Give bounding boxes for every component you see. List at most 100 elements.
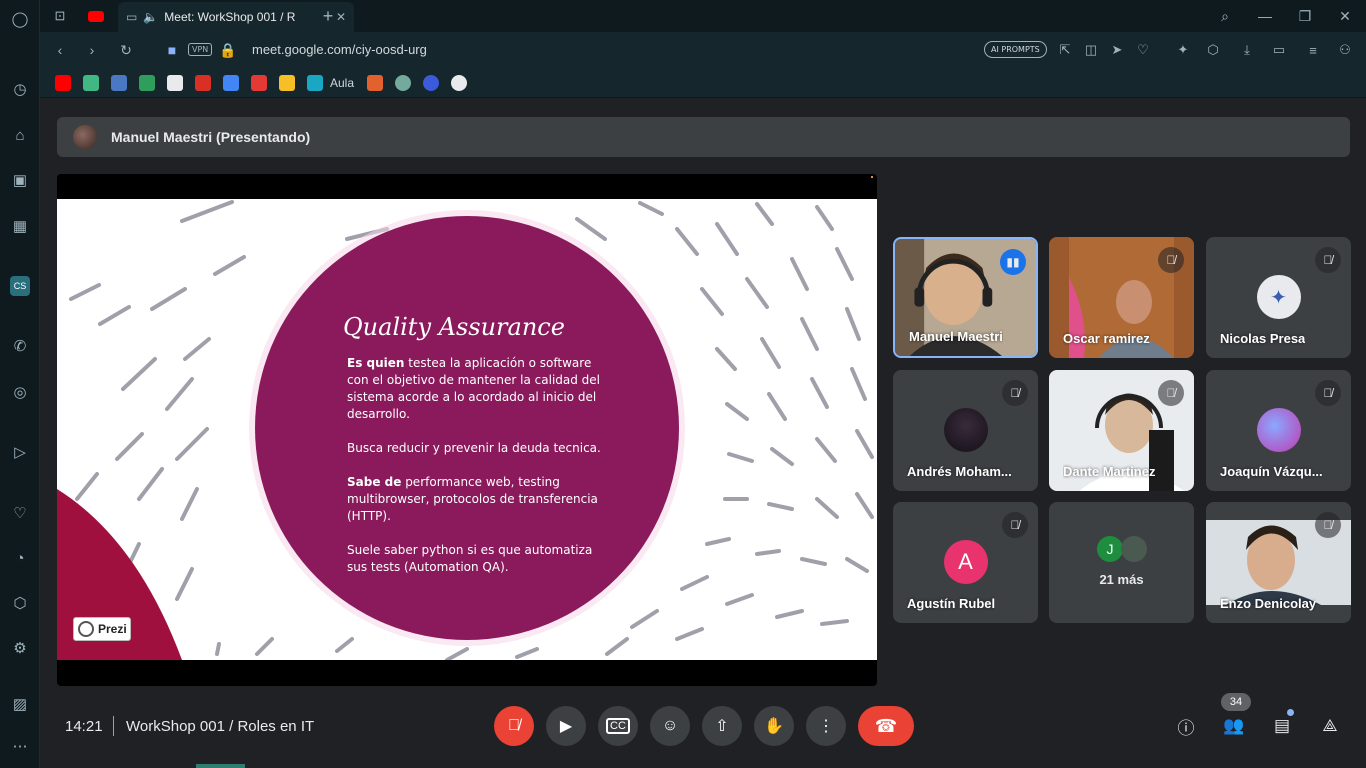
- participant-tile[interactable]: 🎙̸ Oscar ramirez: [1049, 237, 1194, 358]
- box-icon[interactable]: ⬡: [1204, 41, 1222, 59]
- activities-button[interactable]: ⟁: [1318, 714, 1342, 738]
- chip-icon[interactable]: ▦: [10, 216, 30, 236]
- lock-icon[interactable]: 🔒: [218, 40, 238, 60]
- gallery-icon[interactable]: ▨: [10, 694, 30, 714]
- whatsapp-icon[interactable]: ✆: [10, 336, 30, 356]
- extension-icon[interactable]: ✦: [1174, 41, 1192, 59]
- heart-icon[interactable]: ♡: [10, 503, 30, 523]
- avatar: A: [943, 540, 988, 584]
- mic-off-icon: 🎙̸: [1315, 247, 1341, 273]
- twitch-icon[interactable]: ▣: [10, 170, 30, 190]
- download-icon[interactable]: ⤓: [1238, 41, 1256, 59]
- prezi-badge[interactable]: Prezi: [73, 617, 131, 641]
- captions-icon: CC: [606, 718, 630, 734]
- speed-dial-icon[interactable]: ◷: [10, 79, 30, 99]
- chat-button[interactable]: ▤: [1270, 714, 1294, 738]
- avatar: [1121, 536, 1147, 562]
- participant-name: Agustín Rubel: [907, 596, 996, 611]
- participant-tile[interactable]: 🎙̸ Joaquín Vázqu...: [1206, 370, 1351, 491]
- heart-bookmark-icon[interactable]: [251, 75, 267, 91]
- hand-icon: ✋: [764, 718, 784, 735]
- participant-tile[interactable]: 🎙̸ Andrés Moham...: [893, 370, 1038, 491]
- close-window-icon[interactable]: ✕: [1334, 6, 1356, 26]
- p-bookmark-icon[interactable]: [307, 75, 323, 91]
- flag-bookmark-icon[interactable]: [111, 75, 127, 91]
- participant-tile[interactable]: 🎙̸ Enzo Denicolay: [1206, 502, 1351, 623]
- reload-icon[interactable]: ↻: [116, 40, 136, 60]
- meeting-title: WorkShop 001 / Roles en IT: [126, 718, 315, 735]
- instagram-icon[interactable]: ◎: [10, 382, 30, 402]
- battery-icon[interactable]: ▭: [1270, 41, 1288, 59]
- easy-setup-icon[interactable]: ≡: [1304, 41, 1322, 59]
- diamond-bookmark-icon[interactable]: [223, 75, 239, 91]
- slide-text: Busca reducir y prevenir la deuda tecnic…: [347, 441, 601, 455]
- mic-off-icon: 🎙̸: [1002, 512, 1028, 538]
- ai-prompts-button[interactable]: AI PROMPTS: [984, 41, 1047, 58]
- image-bookmark-icon[interactable]: [279, 75, 295, 91]
- opera-logo-icon[interactable]: ◯: [10, 9, 30, 29]
- mic-off-icon: 🎙̸: [1315, 380, 1341, 406]
- prezi-logo-icon: [78, 621, 94, 637]
- chatgpt-bookmark-icon[interactable]: [395, 75, 411, 91]
- present-button[interactable]: ⇧: [702, 706, 742, 746]
- avatar-initial: J: [1106, 541, 1114, 557]
- youtube-bookmark-icon[interactable]: [55, 75, 71, 91]
- more-options-button[interactable]: ⋮: [806, 706, 846, 746]
- leave-call-button[interactable]: ☎: [858, 706, 914, 746]
- search-icon[interactable]: ⌕: [1214, 6, 1236, 26]
- c-bookmark-icon[interactable]: [423, 75, 439, 91]
- snapshot-icon[interactable]: ◫: [1082, 41, 1100, 59]
- profile-icon[interactable]: ⚇: [1336, 41, 1354, 59]
- w-bookmark-icon[interactable]: [139, 75, 155, 91]
- share-icon[interactable]: ⇱: [1056, 41, 1074, 59]
- bookmarks-bar: Aula: [40, 68, 1366, 98]
- slide-paragraph: Es quien testea la aplicación o software…: [347, 355, 607, 423]
- new-tab-icon[interactable]: +: [318, 6, 338, 26]
- mic-toggle-button[interactable]: 🎙̸: [494, 706, 534, 746]
- minimize-icon[interactable]: —: [1254, 6, 1276, 26]
- doc-bookmark-icon[interactable]: [167, 75, 183, 91]
- youtube-tab-icon[interactable]: [86, 6, 106, 26]
- speaker-icon[interactable]: 🔈: [143, 10, 158, 24]
- taskbar-indicator: [196, 764, 245, 768]
- url-field[interactable]: meet.google.com/ciy-oosd-urg: [252, 42, 427, 57]
- shared-screen[interactable]: Quality Assurance Es quien testea la apl…: [57, 174, 877, 686]
- mic-off-icon: 🎙̸: [508, 717, 520, 734]
- chat-notification-dot: [1287, 709, 1294, 716]
- more-vert-icon: ⋮: [818, 718, 834, 735]
- github-bookmark-icon[interactable]: [451, 75, 467, 91]
- more-dots-icon[interactable]: ⋯: [10, 736, 30, 756]
- send-icon[interactable]: ➤: [1108, 41, 1126, 59]
- bookmark-heart-icon[interactable]: ♡: [1134, 41, 1152, 59]
- captions-button[interactable]: CC: [598, 706, 638, 746]
- more-participants-tile[interactable]: J 21 más: [1049, 502, 1194, 623]
- participant-tile[interactable]: 🎙̸ Dante Martinez: [1049, 370, 1194, 491]
- gt-bookmark-icon[interactable]: [195, 75, 211, 91]
- gamepad-icon[interactable]: ⊡: [50, 6, 70, 26]
- reactions-button[interactable]: ☺: [650, 706, 690, 746]
- participant-tile[interactable]: ▮▮ Manuel Maestri: [893, 237, 1038, 358]
- player-icon[interactable]: ▷: [10, 442, 30, 462]
- cube-icon[interactable]: ⬡: [10, 593, 30, 613]
- address-bar: ‹ › ↻ ■ VPN 🔒 meet.google.com/ciy-oosd-u…: [40, 32, 1366, 68]
- restore-icon[interactable]: ❐: [1294, 6, 1316, 26]
- vpn-badge[interactable]: VPN: [188, 43, 213, 56]
- cs-icon[interactable]: CS: [10, 276, 30, 296]
- raise-hand-button[interactable]: ✋: [754, 706, 794, 746]
- people-button[interactable]: 👥: [1222, 714, 1246, 738]
- camera-toggle-button[interactable]: ▶: [546, 706, 586, 746]
- history-icon[interactable]: ◔: [10, 548, 30, 568]
- participant-name: Nicolas Presa: [1220, 331, 1306, 346]
- gitlab-bookmark-icon[interactable]: [367, 75, 383, 91]
- shopping-icon[interactable]: ⌂: [10, 125, 30, 145]
- meeting-info-button[interactable]: ⓘ: [1174, 714, 1198, 738]
- forward-icon[interactable]: ›: [82, 40, 102, 60]
- camera-indicator-icon[interactable]: ■: [162, 40, 182, 60]
- participant-name: Andrés Moham...: [907, 464, 1012, 479]
- participant-tile[interactable]: ✦ 🎙̸ Nicolas Presa: [1206, 237, 1351, 358]
- aula-bookmark[interactable]: Aula: [330, 76, 354, 90]
- settings-icon[interactable]: ⚙: [10, 638, 30, 658]
- participant-tile[interactable]: A 🎙̸ Agustín Rubel: [893, 502, 1038, 623]
- back-icon[interactable]: ‹: [50, 40, 70, 60]
- vue-bookmark-icon[interactable]: [83, 75, 99, 91]
